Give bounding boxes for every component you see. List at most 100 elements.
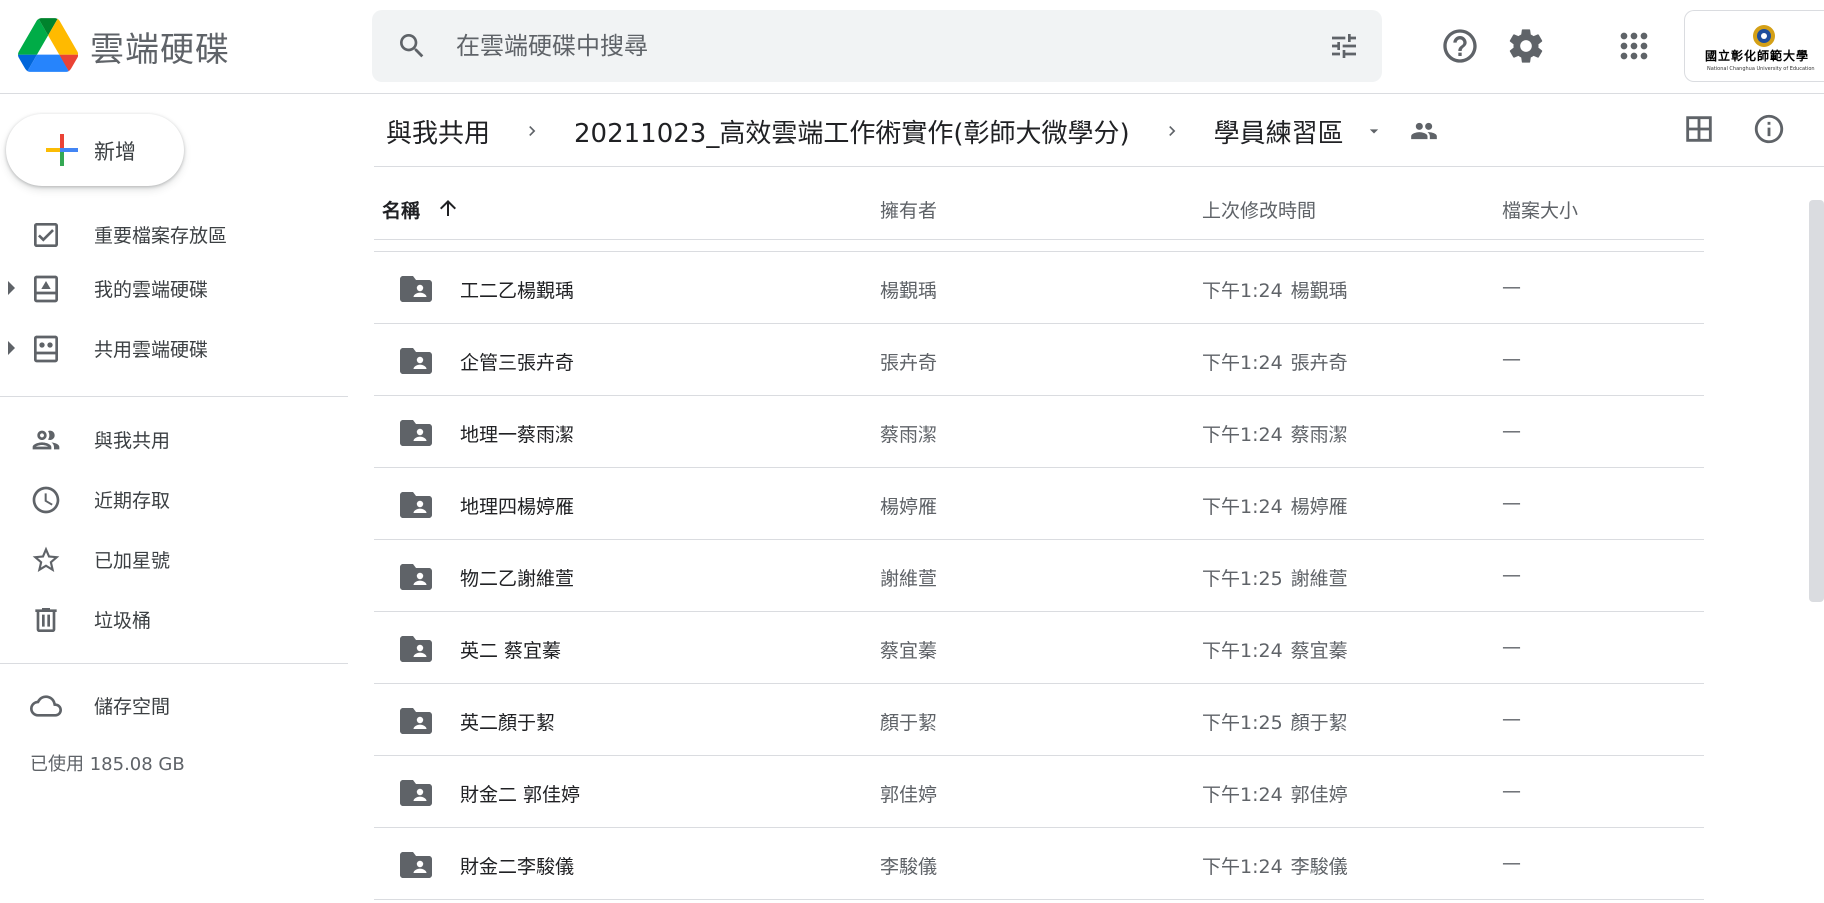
shared-folder-icon (400, 636, 432, 662)
shared-folder-icon (400, 420, 432, 446)
modified-time: 下午1:24 (1202, 784, 1283, 806)
table-row[interactable]: 財金二 郭佳婷 郭佳婷 下午1:24 郭佳婷 — (374, 756, 1704, 828)
modified-by: 蔡宜蓁 (1290, 640, 1348, 662)
plus-icon (46, 134, 78, 166)
shared-folder-icon (400, 708, 432, 734)
breadcrumb-item-current[interactable]: 學員練習區 (1202, 113, 1356, 150)
sidebar-divider (0, 396, 348, 397)
cloud-icon (30, 695, 62, 717)
sidebar-item-storage[interactable]: 儲存空間 (0, 679, 348, 731)
column-owner[interactable]: 擁有者 (880, 196, 937, 223)
column-modified[interactable]: 上次修改時間 (1202, 196, 1316, 223)
search-bar[interactable] (372, 10, 1382, 82)
file-owner: 楊婷雁 (880, 496, 938, 518)
caret-down-icon[interactable] (1364, 121, 1384, 141)
sidebar-item-trash[interactable]: 垃圾桶 (0, 593, 348, 645)
grid-view-icon[interactable] (1682, 112, 1716, 146)
clock-icon (32, 486, 60, 514)
chevron-right-icon (1168, 126, 1175, 136)
modified-time: 下午1:24 (1202, 640, 1283, 662)
table-row[interactable]: 財金二李駿儀 李駿儀 下午1:24 李駿儀 — (374, 828, 1704, 900)
shared-folder-icon (400, 492, 432, 518)
new-button[interactable]: 新增 (6, 114, 184, 186)
arrow-up-icon[interactable] (436, 196, 460, 220)
breadcrumb-item-course[interactable]: 20211023_高效雲端工作術實作(彰師大微學分) (562, 113, 1142, 150)
file-name: 工二乙楊覲瑀 (460, 280, 575, 302)
file-modified: 下午1:25 顏于絜 (1202, 708, 1348, 735)
shared-folder-icon (400, 348, 432, 374)
file-modified: 下午1:24 郭佳婷 (1202, 780, 1348, 807)
shared-people-icon[interactable] (1410, 117, 1438, 145)
modified-by: 蔡雨潔 (1290, 424, 1348, 446)
modified-by: 郭佳婷 (1290, 784, 1348, 806)
sidebar-item-label: 共用雲端硬碟 (94, 339, 209, 361)
tune-icon[interactable] (1328, 30, 1360, 62)
shared-drives-icon (34, 335, 58, 363)
file-size: — (1502, 636, 1521, 658)
sidebar-item-label: 已加星號 (94, 550, 171, 572)
breadcrumb-item-shared[interactable]: 與我共用 (374, 113, 502, 150)
file-size: — (1502, 708, 1521, 730)
file-name: 企管三張卉奇 (460, 352, 575, 374)
modified-by: 謝維萱 (1290, 568, 1348, 590)
expand-caret-icon[interactable] (8, 281, 15, 295)
breadcrumb: 與我共用 20211023_高效雲端工作術實作(彰師大微學分) 學員練習區 (374, 108, 1438, 154)
column-name[interactable]: 名稱 (382, 196, 420, 223)
file-name: 英二 蔡宜蓁 (460, 640, 562, 662)
search-icon[interactable] (396, 30, 428, 62)
google-drive-logo-icon[interactable] (18, 18, 78, 72)
scrollbar[interactable] (1809, 200, 1824, 602)
file-modified: 下午1:24 蔡雨潔 (1202, 420, 1348, 447)
storage-used-text: 已使用 185.08 GB (30, 754, 185, 775)
file-owner: 楊覲瑀 (880, 280, 938, 302)
sidebar-item-priority[interactable]: 重要檔案存放區 (0, 208, 348, 260)
file-size: — (1502, 348, 1521, 370)
modified-time: 下午1:25 (1202, 712, 1283, 734)
new-button-label: 新增 (94, 140, 136, 164)
account-switcher[interactable]: 國立彰化師範大學 National Changhua University of… (1684, 10, 1824, 82)
file-size: — (1502, 492, 1521, 514)
file-owner: 張卉奇 (880, 352, 938, 374)
info-icon[interactable] (1752, 112, 1786, 146)
table-row[interactable]: 企管三張卉奇 張卉奇 下午1:24 張卉奇 — (374, 324, 1704, 396)
column-size[interactable]: 檔案大小 (1502, 196, 1578, 223)
file-name: 財金二 郭佳婷 (460, 784, 581, 806)
gear-icon[interactable] (1506, 26, 1546, 66)
table-header: 名稱 擁有者 上次修改時間 檔案大小 (374, 176, 1704, 240)
table-row[interactable]: 地理四楊婷雁 楊婷雁 下午1:24 楊婷雁 — (374, 468, 1704, 540)
file-owner: 謝維萱 (880, 568, 938, 590)
sidebar-item-my-drive[interactable]: 我的雲端硬碟 (0, 262, 348, 314)
table-row[interactable]: 地理一蔡雨潔 蔡雨潔 下午1:24 蔡雨潔 — (374, 396, 1704, 468)
modified-by: 顏于絜 (1290, 712, 1348, 734)
sidebar-item-recent[interactable]: 近期存取 (0, 473, 348, 525)
file-modified: 下午1:24 楊覲瑀 (1202, 276, 1348, 303)
star-icon (32, 546, 60, 572)
table-row[interactable]: 物二乙謝維萱 謝維萱 下午1:25 謝維萱 — (374, 540, 1704, 612)
modified-by: 楊覲瑀 (1290, 280, 1348, 302)
shared-folder-icon (400, 276, 432, 302)
table-row[interactable]: 工二乙楊覲瑀 楊覲瑀 下午1:24 楊覲瑀 — (374, 252, 1704, 324)
help-icon[interactable] (1440, 26, 1480, 66)
table-row[interactable]: 英二 蔡宜蓁 蔡宜蓁 下午1:24 蔡宜蓁 — (374, 612, 1704, 684)
file-name: 地理一蔡雨潔 (460, 424, 575, 446)
sidebar-item-shared-drives[interactable]: 共用雲端硬碟 (0, 322, 348, 374)
file-owner: 顏于絜 (880, 712, 938, 734)
apps-grid-icon[interactable] (1614, 26, 1654, 66)
modified-by: 楊婷雁 (1290, 496, 1348, 518)
chevron-right-icon (529, 126, 536, 136)
university-name-en: National Changhua University of Educatio… (1707, 66, 1815, 72)
file-name: 地理四楊婷雁 (460, 496, 575, 518)
table-row[interactable]: 英二顏于絜 顏于絜 下午1:25 顏于絜 — (374, 684, 1704, 756)
priority-check-icon (34, 223, 58, 247)
file-modified: 下午1:24 蔡宜蓁 (1202, 636, 1348, 663)
modified-by: 李駿儀 (1290, 856, 1348, 878)
my-drive-icon (34, 275, 58, 303)
sidebar-item-starred[interactable]: 已加星號 (0, 533, 348, 585)
modified-time: 下午1:25 (1202, 568, 1283, 590)
file-size: — (1502, 276, 1521, 298)
search-input[interactable] (456, 10, 1276, 82)
file-name: 財金二李駿儀 (460, 856, 575, 878)
file-modified: 下午1:24 李駿儀 (1202, 852, 1348, 879)
expand-caret-icon[interactable] (8, 341, 15, 355)
sidebar-item-shared-with-me[interactable]: 與我共用 (0, 413, 348, 465)
